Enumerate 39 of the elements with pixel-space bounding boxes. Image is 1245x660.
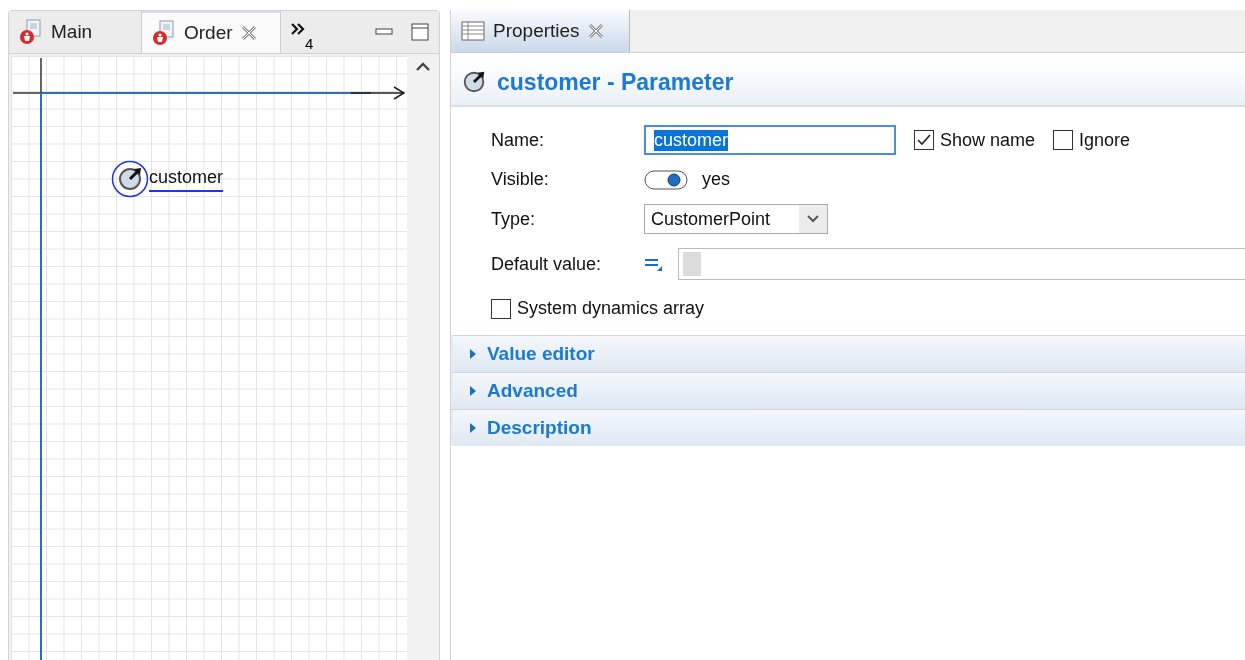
scroll-up-icon[interactable] — [416, 62, 430, 71]
section-header[interactable]: Advanced — [451, 372, 1245, 409]
maximize-icon[interactable] — [411, 23, 429, 41]
table-icon — [461, 21, 485, 41]
code-mode-icon[interactable] — [644, 256, 664, 272]
expand-arrow-icon[interactable] — [469, 422, 477, 434]
type-dropdown[interactable]: CustomerPoint — [644, 204, 828, 234]
toggle-switch[interactable] — [644, 169, 688, 190]
field-label: Type: — [491, 208, 537, 230]
field-label: Name: — [491, 129, 545, 151]
model-icon — [19, 19, 43, 45]
checkbox[interactable] — [914, 130, 934, 150]
expand-arrow-icon[interactable] — [469, 385, 477, 397]
editor-tab[interactable]: Order — [142, 11, 281, 53]
overflow-tabs-button[interactable]: 4 — [281, 11, 320, 53]
checkbox-label: Show name — [940, 129, 1036, 151]
diagram-canvas[interactable]: customer — [11, 56, 407, 660]
checkbox-label: System dynamics array — [517, 298, 705, 319]
expand-arrow-icon[interactable] — [469, 348, 477, 360]
close-icon[interactable] — [240, 25, 257, 41]
checkbox-label: Ignore — [1079, 129, 1131, 151]
parameter-icon — [461, 69, 487, 95]
checkbox[interactable] — [491, 298, 511, 319]
panel-title: customer - Parameter — [497, 68, 734, 96]
checkbox[interactable] — [1053, 130, 1074, 150]
field-label: Default value: — [491, 253, 603, 275]
double-chevron-icon — [291, 23, 305, 35]
name-field[interactable]: customer — [644, 125, 896, 155]
close-icon[interactable] — [587, 23, 604, 39]
parameter-icon[interactable] — [111, 160, 149, 198]
toggle-value: yes — [702, 169, 730, 190]
default-value-field[interactable] — [678, 248, 1245, 280]
field-label: Visible: — [491, 169, 550, 190]
section-header[interactable]: Value editor — [451, 335, 1245, 372]
model-icon — [152, 20, 176, 46]
properties-tab[interactable]: Properties — [451, 10, 630, 52]
minimize-icon[interactable] — [375, 28, 393, 36]
section-header[interactable]: Description — [451, 409, 1245, 446]
parameter-label: customer — [149, 166, 224, 192]
